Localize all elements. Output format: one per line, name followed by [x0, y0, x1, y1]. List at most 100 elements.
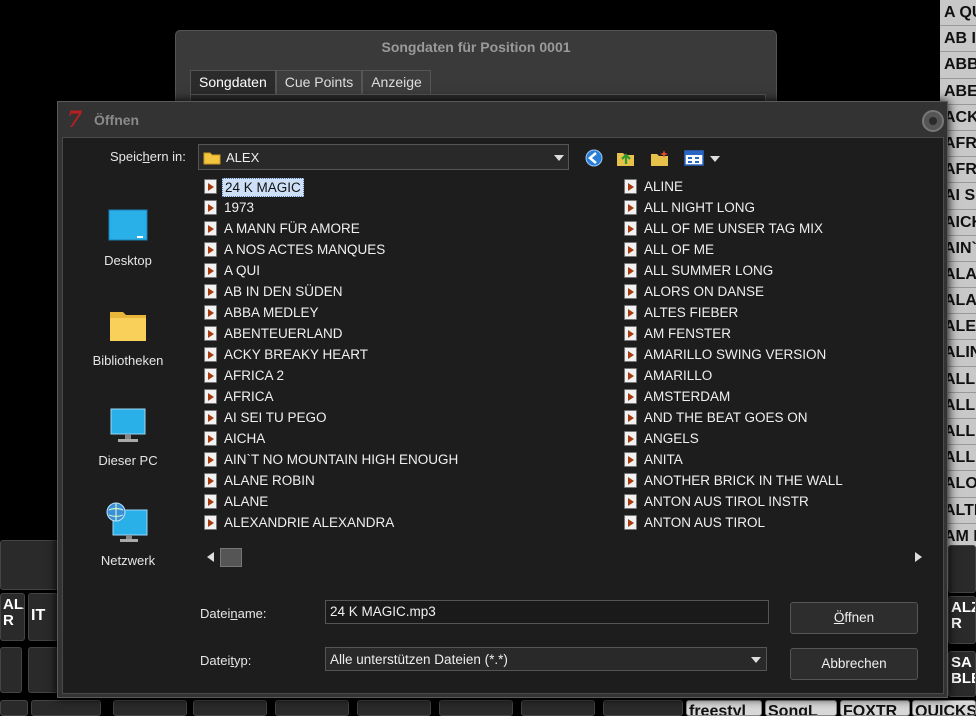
background-list-item[interactable]: AB IN	[940, 26, 976, 53]
file-item[interactable]: ACKY BREAKY HEART	[204, 344, 604, 364]
file-item[interactable]: AMSTERDAM	[624, 386, 976, 406]
view-menu-icon[interactable]	[684, 149, 704, 167]
filename-input[interactable]: 24 K MAGIC.mp3	[325, 600, 769, 624]
song-window-title: Songdaten für Position 0001	[381, 39, 571, 55]
key-blank[interactable]	[193, 700, 267, 716]
file-item[interactable]: AB IN DEN SÜDEN	[204, 281, 604, 301]
key-foxtr[interactable]: FOXTR	[840, 700, 910, 716]
key-freestyl[interactable]: freestyl	[686, 700, 762, 716]
key-blank[interactable]	[31, 700, 101, 716]
background-list-item[interactable]: A QU	[940, 0, 976, 27]
file-name: AMARILLO SWING VERSION	[644, 347, 827, 362]
audio-file-icon	[624, 347, 637, 362]
file-item[interactable]: ALTES FIEBER	[624, 302, 976, 322]
file-item[interactable]: AFRICA	[204, 386, 604, 406]
key-blank[interactable]	[0, 540, 58, 590]
file-item[interactable]: AI SEI TU PEGO	[204, 407, 604, 427]
audio-file-icon	[204, 305, 217, 320]
key-blank[interactable]	[948, 545, 976, 593]
key-it[interactable]: IT	[28, 593, 58, 641]
key-blank[interactable]	[439, 700, 513, 716]
place-network[interactable]: Netzwerk	[83, 502, 173, 568]
key-blank[interactable]	[521, 700, 595, 716]
file-item[interactable]: AMARILLO	[624, 365, 976, 385]
dialog-title: Öffnen	[94, 112, 140, 128]
scrollbar-thumb[interactable]	[220, 548, 242, 567]
file-item[interactable]: ANITA	[624, 449, 976, 469]
file-item[interactable]: ALANE	[204, 491, 604, 511]
file-item[interactable]: AIN`T NO MOUNTAIN HIGH ENOUGH	[204, 449, 604, 469]
key-blank[interactable]	[603, 700, 683, 716]
scroll-right-icon[interactable]	[915, 552, 922, 562]
key-quicks[interactable]: QUICKS	[912, 700, 976, 716]
file-item[interactable]: ABENTEUERLAND	[204, 323, 604, 343]
file-item[interactable]: ALL OF ME	[624, 239, 976, 259]
file-name: ALL OF ME	[644, 242, 715, 257]
dialog-title-bar[interactable]: 7 Öffnen	[58, 102, 947, 137]
file-item[interactable]: AM FENSTER	[624, 323, 976, 343]
file-name: AMSTERDAM	[644, 389, 731, 404]
file-item[interactable]: A NOS ACTES MANQUES	[204, 239, 604, 259]
file-name: ANTON AUS TIROL	[644, 515, 766, 530]
key-blank[interactable]	[357, 700, 431, 716]
tab-anzeige[interactable]: Anzeige	[362, 70, 431, 94]
file-name: AI SEI TU PEGO	[224, 410, 327, 425]
file-item[interactable]: ALORS ON DANSE	[624, 281, 976, 301]
file-item[interactable]: ALL OF ME UNSER TAG MIX	[624, 218, 976, 238]
filetype-label: Dateityp:	[200, 653, 252, 668]
key-blank[interactable]	[275, 700, 349, 716]
new-folder-icon[interactable]	[650, 149, 670, 167]
file-item[interactable]: A MANN FÜR AMORE	[204, 218, 604, 238]
audio-file-icon	[624, 242, 637, 257]
file-list[interactable]: 24 K MAGIC 1973 A MANN FÜR AMORE A NOS ACTE…	[204, 176, 928, 543]
filetype-combobox[interactable]: Alle unterstützen Dateien (*.*)	[325, 647, 767, 671]
key-blank[interactable]	[28, 647, 58, 693]
file-item[interactable]: AICHA	[204, 428, 604, 448]
key-blank[interactable]	[0, 647, 22, 693]
file-name: ALL OF ME UNSER TAG MIX	[644, 221, 824, 236]
file-item[interactable]: ANGELS	[624, 428, 976, 448]
file-item[interactable]: 1973	[204, 197, 604, 217]
look-in-combobox[interactable]: ALEX	[198, 144, 569, 170]
key-ala[interactable]: ALA R	[0, 593, 25, 641]
close-button[interactable]	[922, 110, 944, 132]
place-libraries[interactable]: Bibliotheken	[83, 308, 173, 368]
scroll-left-icon[interactable]	[207, 552, 214, 562]
file-item[interactable]: ANOTHER BRICK IN THE WALL	[624, 470, 976, 490]
file-item[interactable]: AFRICA 2	[204, 365, 604, 385]
audio-file-icon	[624, 305, 637, 320]
file-item[interactable]: ANTON AUS TIROL INSTR	[624, 491, 976, 511]
place-label: Netzwerk	[100, 553, 156, 568]
file-item[interactable]: ALANE ROBIN	[204, 470, 604, 490]
key-blank[interactable]	[0, 700, 28, 716]
key-songl[interactable]: SongL	[765, 700, 837, 716]
file-item[interactable]: ALL NIGHT LONG	[624, 197, 976, 217]
file-item[interactable]: A QUI	[204, 260, 604, 280]
key-alz[interactable]: ALZ R	[948, 596, 976, 644]
background-list-item[interactable]: ABBA	[940, 52, 976, 79]
tab-songdaten[interactable]: Songdaten	[190, 70, 276, 94]
file-item[interactable]: ALINE	[624, 176, 976, 196]
file-name: ANGELS	[644, 431, 699, 446]
file-item[interactable]: ANTON AUS TIROL	[624, 512, 976, 532]
cancel-button[interactable]: Abbrechen	[790, 648, 918, 680]
place-desktop[interactable]: Desktop	[83, 208, 173, 268]
file-item[interactable]: AND THE BEAT GOES ON	[624, 407, 976, 427]
file-item[interactable]: ABBA MEDLEY	[204, 302, 604, 322]
key-blank[interactable]	[113, 700, 187, 716]
horizontal-scrollbar[interactable]	[204, 546, 928, 568]
place-this-pc[interactable]: Dieser PC	[83, 408, 173, 468]
file-item[interactable]: 24 K MAGIC	[204, 176, 604, 197]
back-icon[interactable]	[584, 149, 604, 167]
file-item[interactable]: AMARILLO SWING VERSION	[624, 344, 976, 364]
up-folder-icon[interactable]	[616, 149, 636, 167]
audio-file-icon	[624, 179, 637, 194]
key-sa[interactable]: SA BLE	[948, 651, 976, 697]
dialog-body: Speichern in: ALEX Desktop Bibliotheken …	[62, 137, 944, 694]
audio-file-icon	[624, 221, 637, 236]
view-chevron-down-icon[interactable]	[710, 156, 720, 162]
file-item[interactable]: ALEXANDRIE ALEXANDRA	[204, 512, 604, 532]
file-item[interactable]: ALL SUMMER LONG	[624, 260, 976, 280]
tab-cue-points[interactable]: Cue Points	[275, 70, 363, 94]
open-button[interactable]: Öffnen	[790, 602, 918, 634]
